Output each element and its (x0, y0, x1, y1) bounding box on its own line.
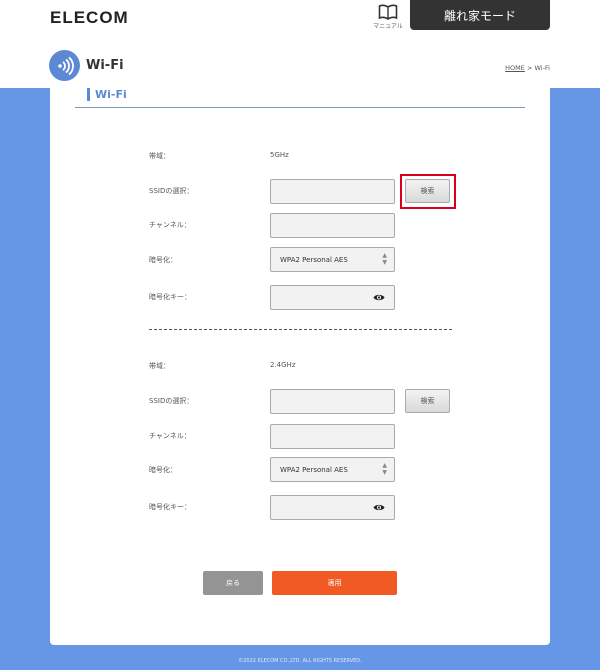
band-value-5ghz: 5GHz (270, 151, 289, 159)
encryption-value-24ghz: WPA2 Personal AES (280, 466, 348, 474)
manual-link[interactable]: マニュアル (370, 4, 406, 30)
wifi-icon (49, 50, 80, 81)
ssid-label-24ghz: SSIDの選択： (149, 397, 194, 405)
channel-label-24ghz: チャンネル： (149, 432, 191, 440)
section-heading-text: Wi-Fi (95, 88, 127, 101)
channel-input-24ghz[interactable] (270, 424, 395, 449)
key-input-24ghz[interactable] (270, 495, 395, 520)
breadcrumb-current: Wi-Fi (534, 64, 550, 72)
band-label-24ghz: 帯域： (149, 362, 170, 370)
header: ELECOM マニュアル 離れ家モード Wi-Fi HOME > Wi-Fi (0, 0, 600, 88)
search-button-24ghz[interactable]: 検索 (405, 389, 450, 413)
page-title: Wi-Fi (86, 58, 124, 73)
ssid-input-24ghz[interactable] (270, 389, 395, 414)
encryption-label-5ghz: 暗号化： (149, 256, 177, 264)
section-divider (149, 329, 452, 330)
encryption-select-5ghz[interactable]: WPA2 Personal AES ▲ ▼ (270, 247, 395, 272)
band-value-24ghz: 2.4GHz (270, 361, 296, 369)
ssid-input-5ghz[interactable] (270, 179, 395, 204)
channel-input-5ghz[interactable] (270, 213, 395, 238)
channel-label-5ghz: チャンネル： (149, 221, 191, 229)
key-input-5ghz[interactable] (270, 285, 395, 310)
apply-button[interactable]: 適用 (272, 571, 397, 595)
section-heading: Wi-Fi (75, 88, 525, 108)
manual-label: マニュアル (373, 23, 403, 30)
encryption-label-24ghz: 暗号化： (149, 466, 177, 474)
back-button[interactable]: 戻る (203, 571, 263, 595)
copyright: ©2022 ELECOM CO.,LTD. ALL RIGHTS RESERVE… (238, 658, 362, 664)
key-label-5ghz: 暗号化キー： (149, 293, 191, 301)
section-heading-bar (87, 88, 90, 101)
eye-icon[interactable] (373, 293, 385, 302)
eye-icon[interactable] (373, 503, 385, 512)
content-panel: Wi-Fi 帯域： 5GHz SSIDの選択： 検索 チャンネル： 暗号化： W… (50, 88, 550, 645)
updown-arrow-icon: ▲ ▼ (382, 252, 387, 266)
search-button-5ghz[interactable]: 検索 (405, 179, 450, 203)
breadcrumb: HOME > Wi-Fi (505, 64, 550, 72)
ssid-label-5ghz: SSIDの選択： (149, 187, 194, 195)
elecom-logo: ELECOM (50, 8, 129, 27)
breadcrumb-home[interactable]: HOME (505, 64, 525, 72)
separate-house-mode-button[interactable]: 離れ家モード (410, 0, 550, 30)
band-label-5ghz: 帯域： (149, 152, 170, 160)
updown-arrow-icon: ▲ ▼ (382, 462, 387, 476)
encryption-value-5ghz: WPA2 Personal AES (280, 256, 348, 264)
key-label-24ghz: 暗号化キー： (149, 503, 191, 511)
encryption-select-24ghz[interactable]: WPA2 Personal AES ▲ ▼ (270, 457, 395, 482)
book-icon (378, 4, 398, 20)
